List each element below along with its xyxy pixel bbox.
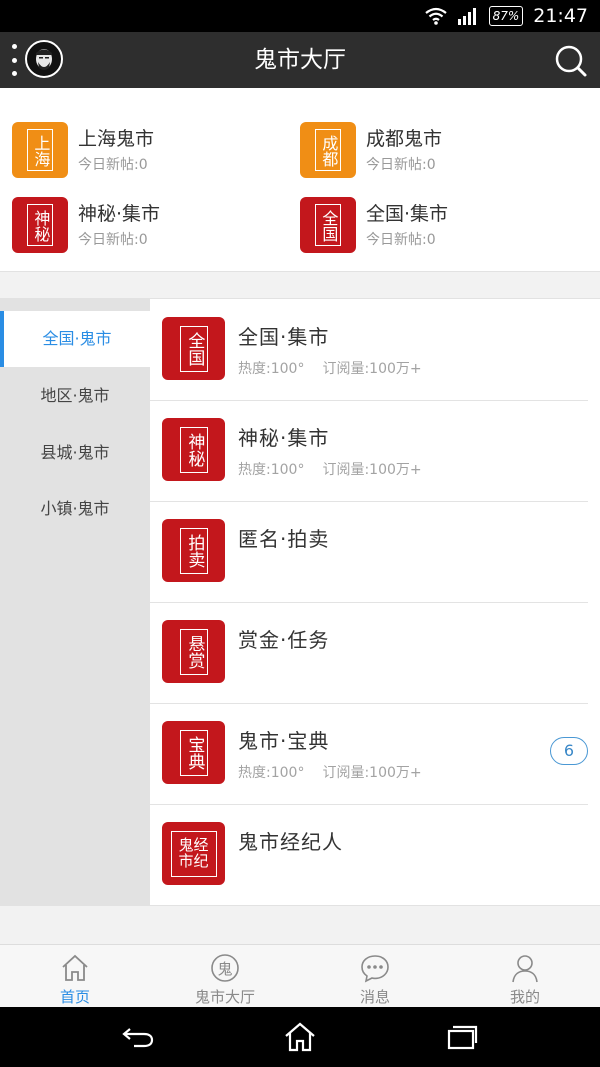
list-item[interactable]: 鬼经市纪 鬼市经纪人 bbox=[150, 804, 588, 906]
market-seal-icon: 拍卖 bbox=[162, 519, 225, 582]
heat-text: 热度:100° bbox=[238, 765, 305, 781]
status-bar: 87% 21:47 bbox=[0, 0, 600, 32]
tab-messages[interactable]: 消息 bbox=[300, 945, 450, 1008]
tab-label: 首页 bbox=[59, 988, 90, 1006]
region-nav: 全国·鬼市 地区·鬼市 县城·鬼市 小镇·鬼市 bbox=[0, 299, 150, 905]
bottom-tab-bar: 首页 鬼 鬼市大厅 消息 我的 bbox=[0, 944, 600, 1007]
search-icon[interactable] bbox=[552, 42, 588, 78]
clock: 21:47 bbox=[533, 5, 588, 27]
market-title: 匿名·拍卖 bbox=[238, 527, 330, 551]
market-browser: 全国·鬼市 地区·鬼市 县城·鬼市 小镇·鬼市 全国 全国·集市 热度:100°… bbox=[0, 298, 600, 906]
quick-tile-national[interactable]: 全国 全国·集市 今日新帖:0 bbox=[288, 193, 578, 257]
market-title: 鬼市·宝典 bbox=[238, 729, 330, 753]
tab-me[interactable]: 我的 bbox=[450, 945, 600, 1008]
tab-home[interactable]: 首页 bbox=[0, 945, 150, 1008]
tile-name: 成都鬼市 bbox=[366, 128, 443, 150]
quick-tile-mystery[interactable]: 神秘 神秘·集市 今日新帖:0 bbox=[0, 193, 290, 257]
nav-item-county[interactable]: 县城·鬼市 bbox=[0, 425, 150, 481]
tab-label: 鬼市大厅 bbox=[194, 988, 255, 1006]
person-icon bbox=[512, 955, 538, 983]
tab-label: 消息 bbox=[359, 988, 390, 1006]
list-item[interactable]: 宝典 鬼市·宝典 热度:100° 订阅量:100万+ 6 bbox=[150, 703, 588, 805]
list-item[interactable]: 神秘 神秘·集市 热度:100° 订阅量:100万+ bbox=[150, 400, 588, 502]
market-seal-icon: 成都 bbox=[300, 122, 356, 178]
heat-text: 热度:100° bbox=[238, 462, 305, 478]
tile-new-posts: 今日新帖:0 bbox=[366, 157, 436, 173]
recent-apps-icon[interactable] bbox=[444, 1021, 480, 1053]
market-title: 赏金·任务 bbox=[238, 628, 330, 652]
tab-label: 我的 bbox=[509, 988, 540, 1006]
market-seal-icon: 神秘 bbox=[12, 197, 68, 253]
list-item[interactable]: 拍卖 匿名·拍卖 bbox=[150, 501, 588, 603]
market-seal-icon: 宝典 bbox=[162, 721, 225, 784]
market-title: 神秘·集市 bbox=[238, 426, 330, 450]
svg-text:鬼: 鬼 bbox=[217, 960, 232, 978]
tile-new-posts: 今日新帖:0 bbox=[78, 232, 148, 248]
tab-market-hall[interactable]: 鬼 鬼市大厅 bbox=[150, 945, 300, 1008]
market-seal-icon: 鬼经市纪 bbox=[162, 822, 225, 885]
market-seal-icon: 全国 bbox=[300, 197, 356, 253]
page-title: 鬼市大厅 bbox=[254, 47, 346, 73]
battery-indicator: 87% bbox=[488, 6, 524, 26]
heat-text: 热度:100° bbox=[238, 361, 305, 377]
wifi-icon bbox=[424, 7, 447, 25]
tile-new-posts: 今日新帖:0 bbox=[366, 232, 436, 248]
quick-tile-shanghai[interactable]: 上海 上海鬼市 今日新帖:0 bbox=[0, 118, 290, 182]
market-seal-icon: 神秘 bbox=[162, 418, 225, 481]
unread-badge: 6 bbox=[550, 737, 588, 765]
market-seal-icon: 全国 bbox=[162, 317, 225, 380]
subscriptions-text: 订阅量:100万+ bbox=[322, 462, 422, 478]
signal-icon bbox=[457, 8, 476, 25]
system-nav-bar bbox=[0, 1007, 600, 1067]
home-icon bbox=[62, 954, 88, 981]
list-item[interactable]: 全国 全国·集市 热度:100° 订阅量:100万+ bbox=[150, 299, 588, 401]
chat-bubble-icon bbox=[361, 955, 389, 983]
tile-name: 神秘·集市 bbox=[78, 203, 161, 225]
tile-name: 上海鬼市 bbox=[78, 128, 155, 150]
market-title: 鬼市经纪人 bbox=[238, 830, 343, 854]
market-title: 全国·集市 bbox=[238, 325, 330, 349]
nav-item-national[interactable]: 全国·鬼市 bbox=[0, 311, 150, 367]
nav-item-town[interactable]: 小镇·鬼市 bbox=[0, 481, 150, 537]
subscriptions-text: 订阅量:100万+ bbox=[322, 361, 422, 377]
list-item[interactable]: 悬赏 赏金·任务 bbox=[150, 602, 588, 704]
quick-market-panel: 上海 上海鬼市 今日新帖:0 成都 成都鬼市 今日新帖:0 神秘 神秘·集市 今… bbox=[0, 88, 600, 272]
ghost-glyph-icon: 鬼 bbox=[211, 954, 239, 982]
subscriptions-text: 订阅量:100万+ bbox=[322, 765, 422, 781]
tile-name: 全国·集市 bbox=[366, 203, 449, 225]
nav-item-region[interactable]: 地区·鬼市 bbox=[0, 368, 150, 424]
quick-tile-chengdu[interactable]: 成都 成都鬼市 今日新帖:0 bbox=[288, 118, 578, 182]
home-nav-icon[interactable] bbox=[282, 1021, 318, 1053]
top-bar: 鬼市大厅 bbox=[0, 32, 600, 88]
tile-new-posts: 今日新帖:0 bbox=[78, 157, 148, 173]
market-seal-icon: 上海 bbox=[12, 122, 68, 178]
market-seal-icon: 悬赏 bbox=[162, 620, 225, 683]
back-icon[interactable] bbox=[120, 1021, 156, 1053]
